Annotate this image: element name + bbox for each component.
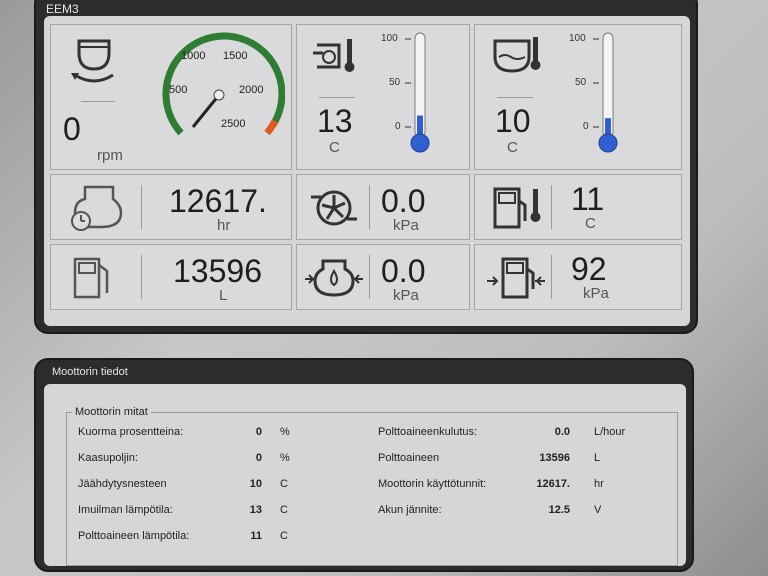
coolant-temp-cell: 13 C 100 50 0 <box>296 24 470 170</box>
fuel-used-cell: 13596 L <box>50 244 292 310</box>
fuel-temp-unit: C <box>585 215 596 232</box>
rpm-scale-1000: 1000 <box>181 50 205 62</box>
oil-temp-value: 10 <box>495 103 531 139</box>
gauges-body: 0 rpm 500 1000 1500 2000 2500 13 C 100 5… <box>44 16 690 326</box>
fuel-used-unit: L <box>219 287 228 304</box>
fuel-pressure-icon <box>487 257 545 299</box>
oil-pressure-value: 0.0 <box>381 253 426 289</box>
turbo-pressure-cell: 0.0 kPa <box>296 174 470 240</box>
detail-row-left-value: 0 <box>255 452 262 464</box>
coolant-temp-unit: C <box>329 139 340 156</box>
detail-row-left-value: 11 <box>250 530 262 542</box>
oil-pressure-cell: 0.0 kPa <box>296 244 470 310</box>
detail-row-left-unit: C <box>280 478 288 490</box>
rpm-scale-2000: 2000 <box>239 84 263 96</box>
turbo-pressure-value: 0.0 <box>381 183 426 219</box>
oil-tick-0: 0 <box>583 121 589 132</box>
gauges-panel: EEM3 0 rpm 500 1000 1500 2000 2500 13 C … <box>34 0 698 334</box>
rpm-dial: 500 1000 1500 2000 2500 <box>162 32 285 136</box>
rpm-scale-1500: 1500 <box>223 50 247 62</box>
window-title: EEM3 <box>46 2 79 16</box>
rpm-unit: rpm <box>97 147 123 164</box>
turbo-icon <box>311 190 357 226</box>
detail-row-right-label: Moottorin käyttötunnit: <box>378 478 487 490</box>
detail-row-left-label: Polttoaineen lämpötila: <box>78 530 190 542</box>
detail-row-left-label: Imuilman lämpötila: <box>78 504 173 516</box>
oil-pressure-unit: kPa <box>393 287 419 304</box>
oil-thermometer <box>593 32 618 153</box>
fuel-pump-icon <box>73 257 109 299</box>
oil-tick-100: 100 <box>569 33 586 44</box>
detail-row-left-value: 0 <box>255 426 262 438</box>
oil-temp-icon <box>493 37 541 73</box>
detail-row-left-value: 13 <box>249 504 262 516</box>
detail-row-right-value: 12.5 <box>548 504 570 516</box>
engine-details-title: Moottorin tiedot <box>52 366 128 378</box>
coolant-tick-100: 100 <box>381 33 398 44</box>
engine-hours-value: 12617. <box>169 183 267 219</box>
detail-row-right-value: 13596 <box>539 452 570 464</box>
detail-row-left-label: Kuorma prosentteina: <box>78 426 184 438</box>
detail-row-left-unit: % <box>280 426 290 438</box>
oil-pressure-icon <box>305 259 363 297</box>
rpm-scale-2500: 2500 <box>221 118 245 130</box>
engine-hours-cell: 12617. hr <box>50 174 292 240</box>
detail-row-right-unit: L/hour <box>594 426 626 438</box>
turbo-pressure-unit: kPa <box>393 217 419 234</box>
coolant-temp-value: 13 <box>317 103 353 139</box>
detail-row-left-unit: C <box>280 530 288 542</box>
engine-details-panel: Moottorin tiedot Moottorin mitat Kuorma … <box>34 358 694 572</box>
detail-row-right-unit: hr <box>594 478 604 490</box>
detail-row-right-label: Polttoaineen <box>378 452 440 464</box>
detail-row-left-unit: C <box>280 504 288 516</box>
coolant-temp-icon <box>313 39 355 72</box>
detail-row-right-unit: V <box>594 504 602 516</box>
detail-row-right-value: 0.0 <box>554 426 570 438</box>
fuel-temp-icon <box>493 187 541 229</box>
detail-row-right-value: 12617. <box>536 478 570 490</box>
engine-rpm-icon <box>71 39 114 83</box>
engine-hours-icon <box>71 185 123 231</box>
engine-hours-unit: hr <box>217 217 231 234</box>
fuel-temp-value: 11 <box>571 181 605 217</box>
fuel-pressure-cell: 92 kPa <box>474 244 682 310</box>
detail-row-right-unit: L <box>594 452 601 464</box>
fuel-pressure-value: 92 <box>571 251 607 287</box>
detail-row-left-unit: % <box>280 452 290 464</box>
oil-tick-50: 50 <box>575 77 587 88</box>
oil-temp-cell: 10 C 100 50 0 <box>474 24 682 170</box>
detail-row-left-label: Jäähdytysnesteen <box>78 478 167 490</box>
detail-row-left-value: 10 <box>249 478 262 490</box>
detail-row-left-label: Kaasupoljin: <box>78 452 138 464</box>
coolant-tick-50: 50 <box>389 77 401 88</box>
detail-row-right-label: Polttoaineenkulutus: <box>378 426 478 438</box>
engine-details-body: Moottorin mitat Kuorma prosentteina: 0% Ka… <box>44 384 686 566</box>
fuel-used-value: 13596 <box>173 253 262 289</box>
engine-measurements-title: Moottorin mitat <box>72 406 151 418</box>
rpm-cell: 0 rpm 500 1000 1500 2000 2500 <box>50 24 292 170</box>
oil-temp-unit: C <box>507 139 518 156</box>
fuel-temp-cell: 11 C <box>474 174 682 240</box>
detail-row-right-label: Akun jännite: <box>378 504 442 516</box>
fuel-pressure-unit: kPa <box>583 285 609 302</box>
coolant-thermometer <box>405 32 430 153</box>
rpm-scale-500: 500 <box>169 84 187 96</box>
rpm-value: 0 <box>63 111 81 147</box>
coolant-tick-0: 0 <box>395 121 401 132</box>
